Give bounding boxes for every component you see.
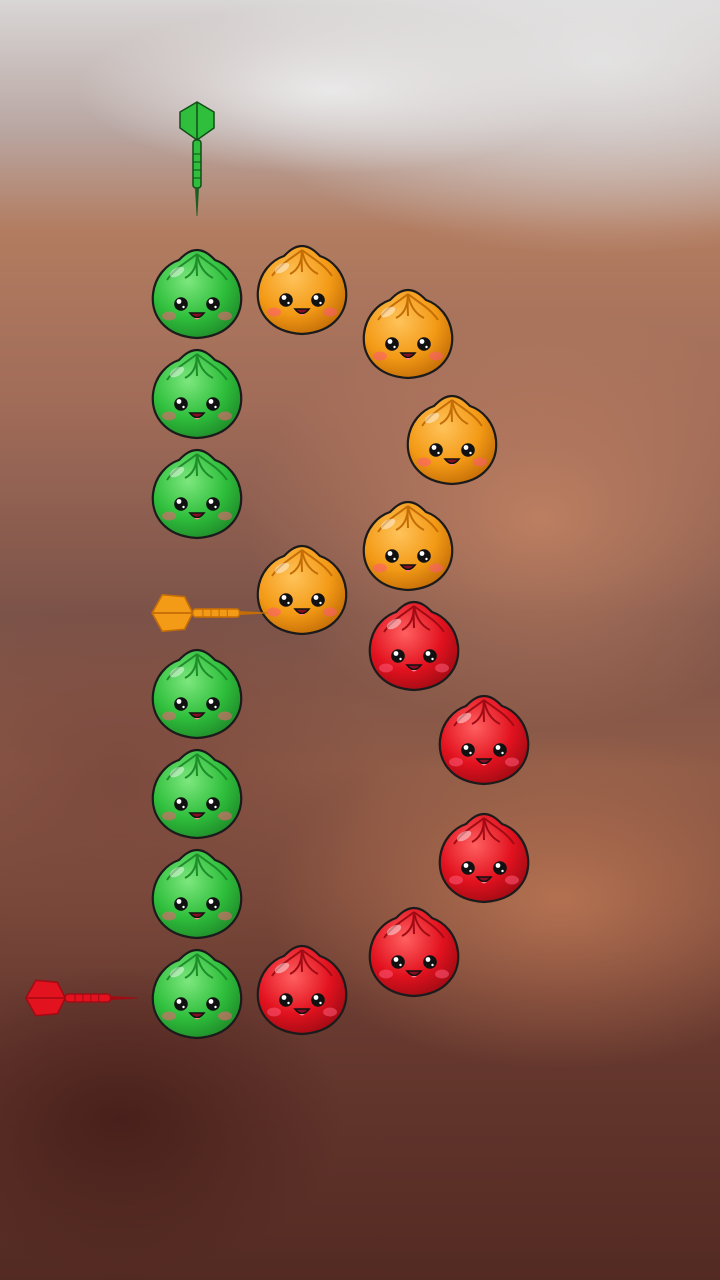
red-bun[interactable] — [362, 900, 466, 1004]
orange-dart[interactable] — [148, 590, 270, 636]
green-bun[interactable] — [145, 842, 249, 946]
green-bun[interactable] — [145, 342, 249, 446]
dart-icon — [151, 593, 268, 633]
orange-bun[interactable] — [356, 282, 460, 386]
dart-icon — [25, 979, 139, 1017]
red-bun[interactable] — [432, 688, 536, 792]
green-dart[interactable] — [172, 98, 222, 218]
green-bun[interactable] — [145, 242, 249, 346]
red-dart[interactable] — [22, 976, 140, 1020]
dart-icon — [179, 101, 215, 216]
red-bun[interactable] — [362, 594, 466, 698]
orange-bun[interactable] — [400, 388, 504, 492]
green-bun[interactable] — [145, 942, 249, 1046]
red-bun[interactable] — [250, 938, 354, 1042]
orange-bun[interactable] — [250, 238, 354, 342]
orange-bun[interactable] — [356, 494, 460, 598]
red-bun[interactable] — [432, 806, 536, 910]
green-bun[interactable] — [145, 742, 249, 846]
game-background — [0, 0, 720, 1280]
green-bun[interactable] — [145, 442, 249, 546]
green-bun[interactable] — [145, 642, 249, 746]
